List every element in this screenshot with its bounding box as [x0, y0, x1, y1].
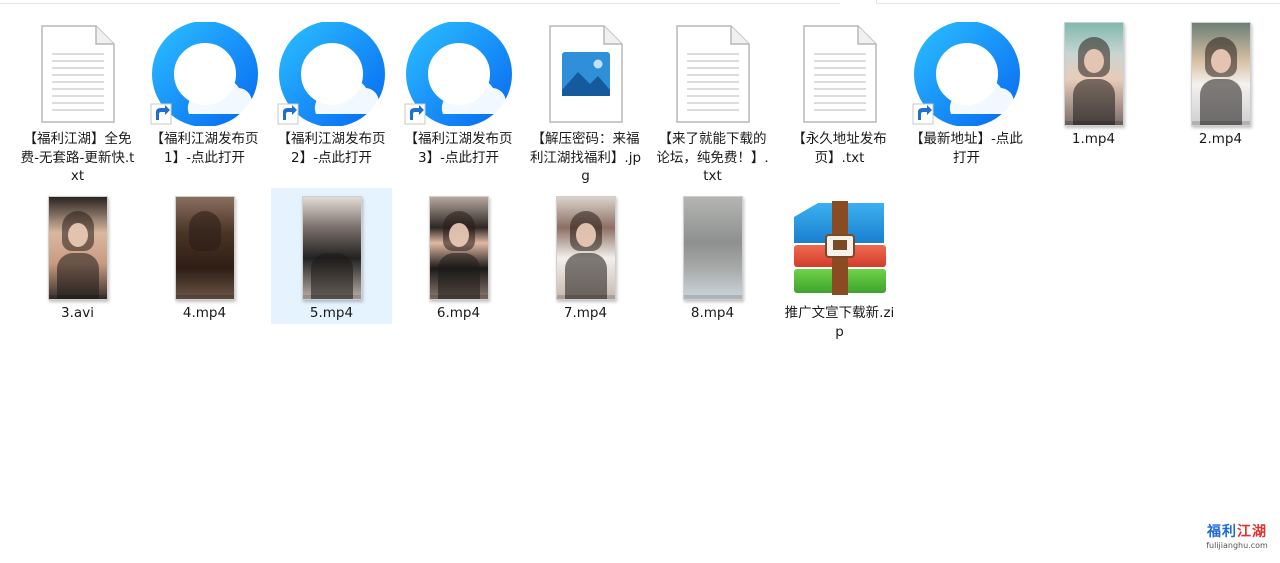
file-label: 【来了就能下载的论坛，纯免费！】.txt	[656, 131, 769, 184]
file-label: 【福利江湖发布页1】-点此打开	[150, 131, 259, 166]
file-item[interactable]: 【福利江湖发布页2】-点此打开	[271, 14, 392, 188]
file-item[interactable]: 4.mp4	[144, 188, 265, 362]
file-item[interactable]: 【永久地址发布页】.txt	[779, 14, 900, 188]
file-item[interactable]: 【来了就能下载的论坛，纯免费！】.txt	[652, 14, 773, 188]
file-label: 2.mp4	[1198, 131, 1243, 147]
file-label: 【解压密码：来福利江湖找福利】.jpg	[529, 131, 642, 184]
watermark-logo: 福利江湖 fulijianghu.com	[1202, 523, 1272, 555]
file-label: 【福利江湖】全免费-无套路-更新快.txt	[20, 131, 135, 184]
file-label: 5.mp4	[309, 305, 354, 321]
file-grid: 【福利江湖】全免费-无套路-更新快.txt 【福利江湖发布页1】-点此打开 【福…	[14, 14, 1274, 362]
file-label: 推广文宣下载新.zip	[784, 305, 895, 340]
file-item[interactable]: 7.mp4	[525, 188, 646, 362]
image-file-icon	[530, 22, 642, 126]
file-label: 【最新地址】-点此打开	[910, 131, 1023, 166]
file-label: 7.mp4	[563, 305, 608, 321]
text-document-icon	[657, 22, 769, 126]
file-item[interactable]: 【福利江湖发布页1】-点此打开	[144, 14, 265, 188]
top-border-right	[876, 0, 1280, 4]
file-label: 【福利江湖发布页3】-点此打开	[404, 131, 513, 166]
video-thumbnail-image	[555, 196, 616, 300]
video-thumbnail-image	[1190, 22, 1251, 126]
file-label: 4.mp4	[182, 305, 227, 321]
browser-shortcut-icon	[276, 22, 388, 126]
file-label: 6.mp4	[436, 305, 481, 321]
video-thumbnail-image	[301, 196, 362, 300]
video-thumbnail-image	[682, 196, 743, 300]
file-item[interactable]: 【福利江湖发布页3】-点此打开	[398, 14, 519, 188]
file-item[interactable]: 6.mp4	[398, 188, 519, 362]
file-item[interactable]: 3.avi	[17, 188, 138, 362]
browser-shortcut-icon	[149, 22, 261, 126]
video-thumbnail	[22, 196, 134, 300]
watermark-url: fulijianghu.com	[1206, 541, 1268, 550]
winrar-archive-icon	[784, 196, 896, 300]
video-thumbnail	[1038, 22, 1150, 126]
browser-shortcut-icon	[403, 22, 515, 126]
watermark-text: 福利江湖	[1202, 523, 1272, 541]
file-item-selected[interactable]: 5.mp4	[271, 188, 392, 324]
video-thumbnail	[403, 196, 515, 300]
text-document-icon	[784, 22, 896, 126]
video-thumbnail	[1165, 22, 1277, 126]
video-thumbnail	[149, 196, 261, 300]
video-thumbnail	[657, 196, 769, 300]
text-document-icon	[22, 22, 134, 126]
watermark-text-red: 江湖	[1237, 524, 1267, 540]
file-item[interactable]: 【福利江湖】全免费-无套路-更新快.txt	[17, 14, 138, 188]
file-label: 3.avi	[61, 305, 94, 321]
watermark-text-blue: 福利	[1207, 524, 1237, 540]
file-item[interactable]: 【最新地址】-点此打开	[906, 14, 1027, 188]
video-thumbnail	[276, 196, 388, 300]
window-top-border	[0, 0, 1280, 4]
file-item[interactable]: 【解压密码：来福利江湖找福利】.jpg	[525, 14, 646, 188]
top-border-left	[0, 0, 840, 4]
video-thumbnail-image	[1063, 22, 1124, 126]
video-thumbnail-image	[428, 196, 489, 300]
file-item[interactable]: 推广文宣下载新.zip	[779, 188, 900, 362]
file-item[interactable]: 1.mp4	[1033, 14, 1154, 188]
file-label: 8.mp4	[690, 305, 735, 321]
file-item[interactable]: 2.mp4	[1160, 14, 1280, 188]
file-label: 1.mp4	[1071, 131, 1116, 147]
file-item[interactable]: 8.mp4	[652, 188, 773, 362]
browser-shortcut-icon	[911, 22, 1023, 126]
file-label: 【永久地址发布页】.txt	[792, 131, 887, 166]
file-label: 【福利江湖发布页2】-点此打开	[277, 131, 386, 166]
video-thumbnail-image	[47, 196, 108, 300]
video-thumbnail	[530, 196, 642, 300]
video-thumbnail-image	[174, 196, 235, 300]
